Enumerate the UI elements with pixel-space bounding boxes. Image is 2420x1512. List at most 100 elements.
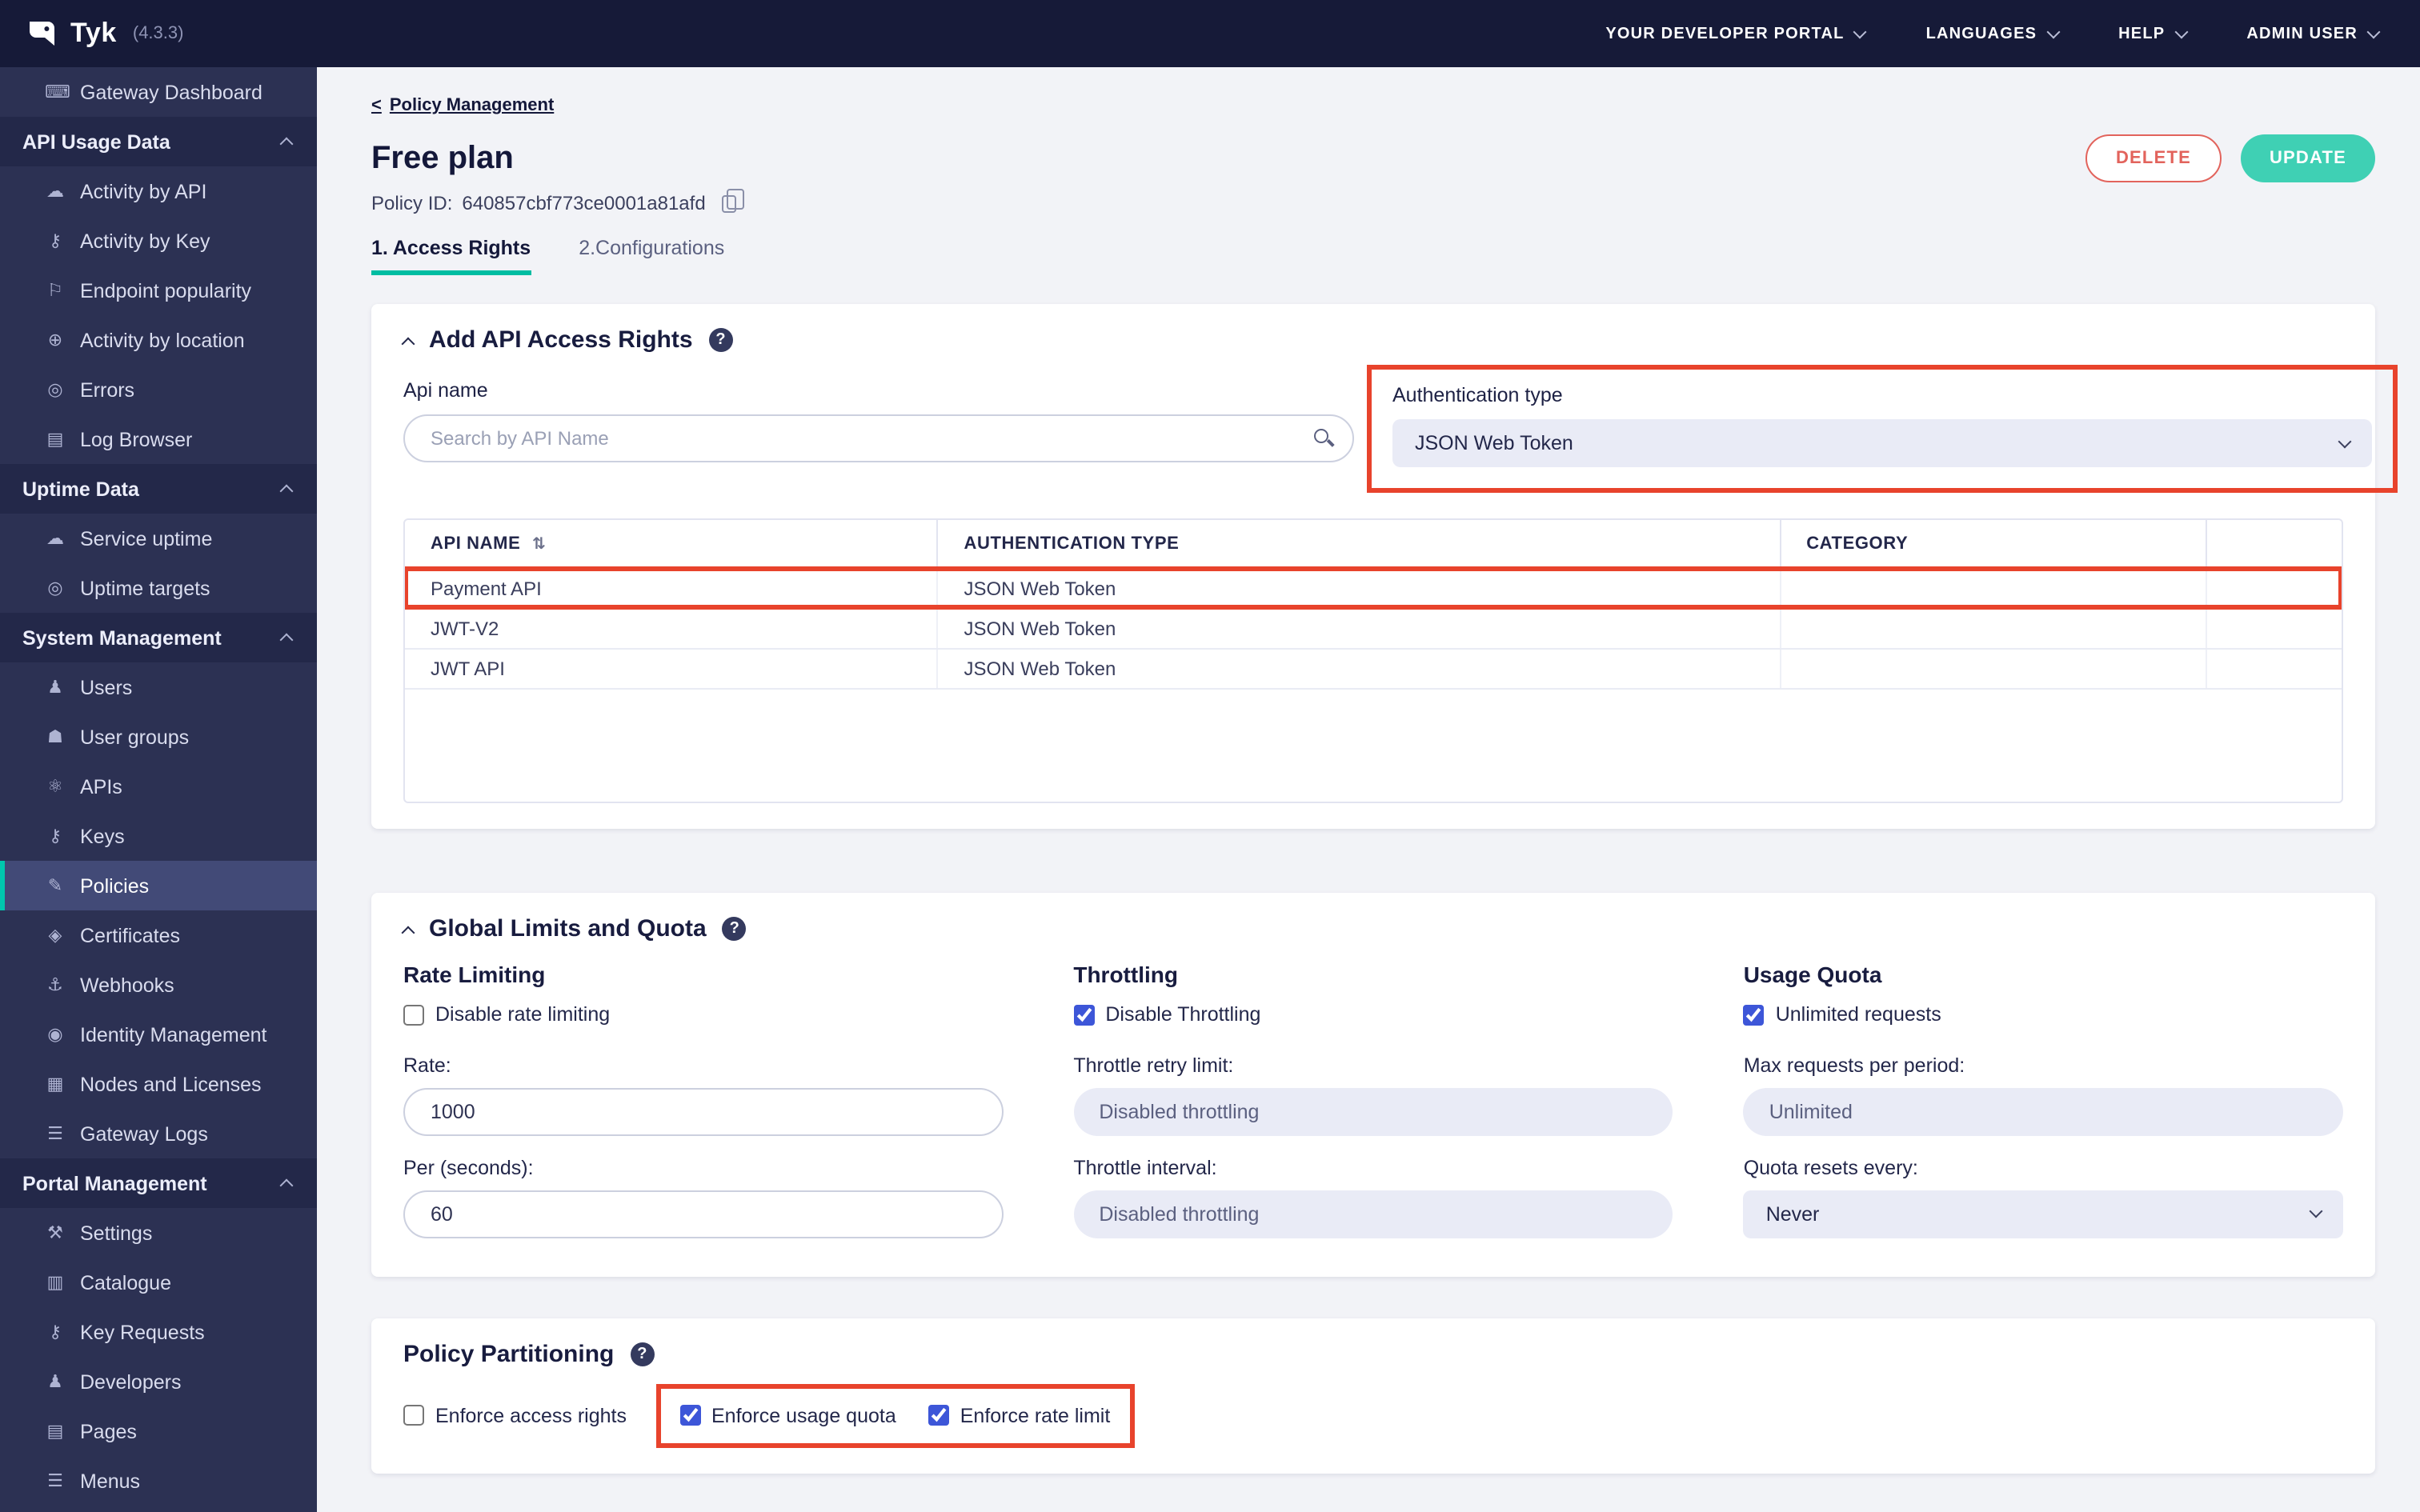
enforce-access-rights-checkbox[interactable]: Enforce access rights (403, 1404, 627, 1426)
page-title: Free plan (371, 140, 514, 175)
menu-admin-user[interactable]: ADMIN USER (2246, 24, 2381, 42)
cell-auth-type: JSON Web Token (937, 648, 1781, 689)
main-content: < Policy Management Free plan DELETE UPD… (317, 67, 2420, 1512)
sidebar-item-keys[interactable]: ⚷ Keys (0, 811, 317, 861)
sidebar-item-menus[interactable]: ☰ Menus (0, 1456, 317, 1506)
sidebar-item-uptime-targets[interactable]: ◎ Uptime targets (0, 563, 317, 613)
sidebar-item-activity-by-api[interactable]: ☁ Activity by API (0, 166, 317, 216)
enforce-rate-limit-checkbox[interactable]: Enforce rate limit (928, 1404, 1110, 1426)
sidebar-item-pages[interactable]: ▤ Pages (0, 1406, 317, 1456)
sidebar-item-settings[interactable]: ⚒ Settings (0, 1208, 317, 1258)
sidebar-section-portal-management[interactable]: Portal Management (0, 1158, 317, 1208)
column-api-name[interactable]: API NAME ⇅ (405, 520, 939, 569)
table-row-jwt-api[interactable]: JWT API JSON Web Token (405, 648, 2342, 689)
sidebar-item-activity-by-key[interactable]: ⚷ Activity by Key (0, 216, 317, 266)
sidebar-item-label: Activity by Key (80, 230, 210, 252)
table-row-jwt-v2[interactable]: JWT-V2 JSON Web Token (405, 608, 2342, 649)
per-seconds-label: Per (seconds): (403, 1156, 534, 1178)
sidebar-item-log-browser[interactable]: ▤ Log Browser (0, 414, 317, 464)
logo-area[interactable]: Tyk (4.3.3) (26, 18, 183, 50)
sidebar-item-endpoint-popularity[interactable]: ⚐ Endpoint popularity (0, 266, 317, 315)
tab-access-rights[interactable]: 1. Access Rights (371, 237, 531, 275)
cell-category (1780, 648, 2207, 689)
pages-icon: ▤ (46, 1422, 64, 1442)
sidebar-item-apis[interactable]: ⚛ APIs (0, 762, 317, 811)
checkbox-input[interactable] (1743, 1004, 1765, 1025)
user-icon: ♟ (47, 678, 63, 698)
sidebar-item-gateway-logs[interactable]: ☰ Gateway Logs (0, 1109, 317, 1158)
sidebar-item-gateway-dashboard[interactable]: ⌨ Gateway Dashboard (0, 67, 317, 117)
sidebar-item-certificates[interactable]: ◈ Certificates (0, 910, 317, 960)
cell-empty (2206, 648, 2342, 689)
checkbox-input[interactable] (928, 1405, 949, 1426)
sidebar-item-nodes-and-licenses[interactable]: ▦ Nodes and Licenses (0, 1059, 317, 1109)
column-category: CATEGORY (1780, 520, 2207, 569)
copy-icon[interactable] (721, 189, 745, 212)
sidebar-item-label: Activity by location (80, 329, 245, 351)
quota-resets-value: Never (1765, 1202, 1820, 1225)
quota-resets-select[interactable]: Never (1743, 1190, 2344, 1238)
card-title: Add API Access Rights (429, 326, 693, 354)
breadcrumb[interactable]: < Policy Management (371, 96, 554, 115)
sidebar-item-catalogue[interactable]: ▥ Catalogue (0, 1258, 317, 1307)
throttle-interval-label: Throttle interval: (1073, 1156, 1217, 1178)
sidebar-item-service-uptime[interactable]: ☁ Service uptime (0, 514, 317, 563)
sidebar-item-webhooks[interactable]: ⚓ Webhooks (0, 960, 317, 1010)
throttle-retry-input (1073, 1087, 1673, 1135)
checkbox-input[interactable] (403, 1004, 424, 1025)
column-label: CATEGORY (1806, 534, 1909, 554)
per-seconds-input[interactable] (403, 1190, 1004, 1238)
collapse-chevron-icon[interactable] (401, 337, 415, 351)
annotation-partition-checkboxes: Enforce usage quota Enforce rate limit (655, 1383, 1135, 1447)
disable-throttling-checkbox[interactable]: Disable Throttling (1073, 1003, 1260, 1026)
checkbox-input[interactable] (1073, 1004, 1095, 1025)
sidebar-item-identity-management[interactable]: ◉ Identity Management (0, 1010, 317, 1059)
cell-api-name[interactable]: JWT API (405, 648, 939, 689)
max-requests-input (1743, 1087, 2344, 1135)
checkbox-input[interactable] (679, 1405, 700, 1426)
auth-type-select[interactable]: JSON Web Token (1392, 419, 2372, 467)
sidebar-item-activity-by-location[interactable]: ⊕ Activity by location (0, 315, 317, 365)
sidebar-section-api-usage-data[interactable]: API Usage Data (0, 117, 317, 166)
sidebar-section-system-management[interactable]: System Management (0, 613, 317, 662)
sidebar-item-key-requests[interactable]: ⚷ Key Requests (0, 1307, 317, 1357)
sidebar-item-developers[interactable]: ♟ Developers (0, 1357, 317, 1406)
unlimited-requests-checkbox[interactable]: Unlimited requests (1743, 1003, 1941, 1026)
checkbox-label: Disable rate limiting (435, 1003, 611, 1026)
sidebar-item-label: Menus (80, 1470, 141, 1492)
sidebar-item-label: Identity Management (80, 1023, 267, 1046)
version-label: (4.3.3) (132, 24, 184, 43)
update-button[interactable]: UPDATE (2240, 134, 2375, 182)
menu-languages[interactable]: LANGUAGES (1926, 24, 2060, 42)
delete-button[interactable]: DELETE (2085, 134, 2222, 182)
app-root: Tyk (4.3.3) YOUR DEVELOPER PORTAL LANGUA… (0, 0, 2420, 1512)
help-icon[interactable]: ? (630, 1342, 655, 1366)
access-rights-card: Add API Access Rights ? Api name Search … (371, 304, 2398, 829)
sidebar-item-policies[interactable]: ✎ Policies (0, 861, 317, 910)
usage-quota-title: Usage Quota (1743, 962, 1882, 987)
cell-api-name[interactable]: JWT-V2 (405, 608, 939, 649)
table-row-payment-api annotation-selected-api-row[interactable]: Payment API JSON Web Token (405, 566, 2342, 610)
rate-input[interactable] (403, 1087, 1004, 1135)
help-icon[interactable]: ? (708, 328, 733, 352)
sidebar-section-uptime-data[interactable]: Uptime Data (0, 464, 317, 514)
sort-icon[interactable]: ⇅ (532, 536, 546, 554)
menu-help[interactable]: HELP (2118, 24, 2188, 42)
sidebar-item-user-groups[interactable]: ☗ User groups (0, 712, 317, 762)
checkbox-input[interactable] (403, 1405, 424, 1426)
sidebar: ⌨ Gateway Dashboard API Usage Data ☁ Act… (0, 67, 317, 1512)
tab-configurations[interactable]: 2.Configurations (579, 237, 724, 275)
menu-developer-portal[interactable]: YOUR DEVELOPER PORTAL (1605, 24, 1868, 42)
api-search-input[interactable] (403, 414, 1354, 462)
sidebar-item-label: Log Browser (80, 428, 193, 450)
chevron-down-icon (2045, 24, 2060, 38)
sidebar-item-label: User groups (80, 726, 190, 748)
sidebar-item-errors[interactable]: ◎ Errors (0, 365, 317, 414)
enforce-usage-quota-checkbox[interactable]: Enforce usage quota (679, 1404, 896, 1426)
throttling-title: Throttling (1073, 962, 1178, 987)
collapse-chevron-icon[interactable] (401, 926, 415, 940)
cell-api-name[interactable]: Payment API (405, 568, 939, 609)
sidebar-item-users[interactable]: ♟ Users (0, 662, 317, 712)
disable-rate-limiting-checkbox[interactable]: Disable rate limiting (403, 1003, 610, 1026)
help-icon[interactable]: ? (722, 917, 747, 941)
